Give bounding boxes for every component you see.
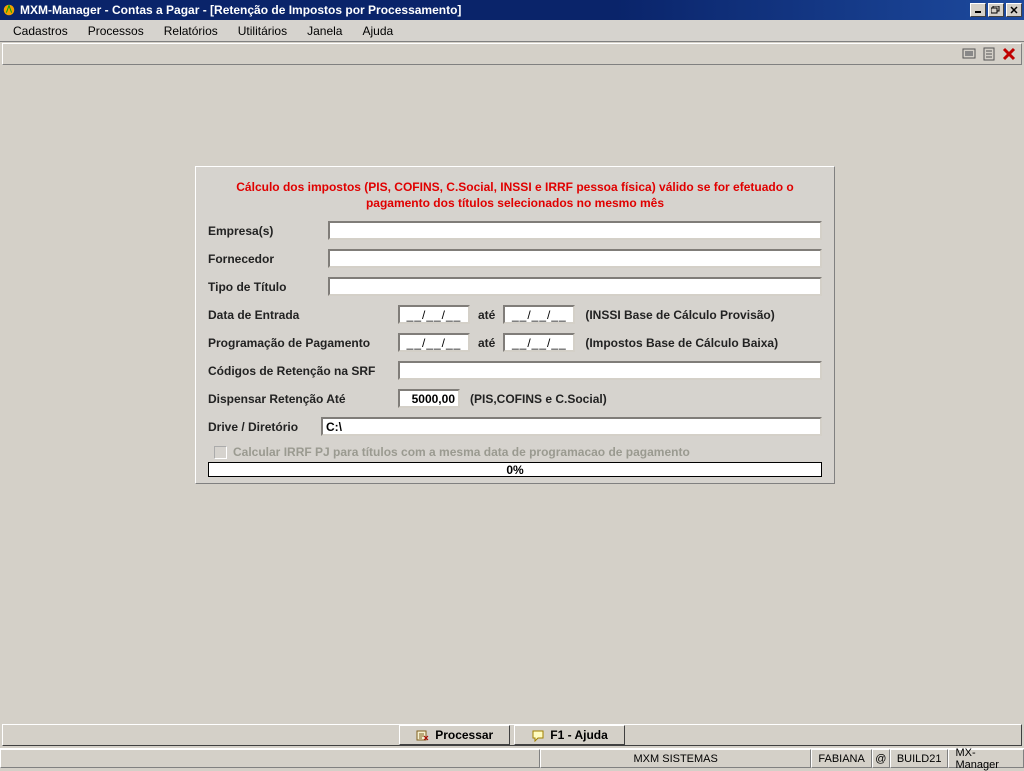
disp-ret-input[interactable] <box>398 389 460 408</box>
hint-data-entrada: (INSSI Base de Cálculo Provisão) <box>585 308 774 322</box>
button-bar: Processar F1 - Ajuda <box>2 724 1022 746</box>
window-titlebar: MXM-Manager - Contas a Pagar - [Retenção… <box>0 0 1024 20</box>
hint-disp-ret: (PIS,COFINS e C.Social) <box>470 392 607 406</box>
ate-label-2: até <box>478 336 495 350</box>
minimize-button[interactable] <box>970 3 986 17</box>
label-data-entrada: Data de Entrada <box>208 308 398 322</box>
status-sistema: MXM SISTEMAS <box>540 749 811 768</box>
hint-prog-pag: (Impostos Base de Cálculo Baixa) <box>585 336 778 350</box>
menubar: Cadastros Processos Relatórios Utilitári… <box>0 20 1024 42</box>
menu-ajuda[interactable]: Ajuda <box>352 21 403 41</box>
help-icon <box>531 729 545 742</box>
ate-label-1: até <box>478 308 495 322</box>
data-entrada-de-input[interactable] <box>398 305 470 324</box>
workspace: Cálculo dos impostos (PIS, COFINS, C.Soc… <box>0 66 1024 724</box>
status-empty <box>0 749 540 768</box>
calc-irrf-label: Calcular IRRF PJ para títulos com a mesm… <box>233 445 690 459</box>
warning-line1: Cálculo dos impostos (PIS, COFINS, C.Soc… <box>236 180 793 194</box>
status-build: BUILD21 <box>890 749 949 768</box>
status-app: MX-Manager <box>948 749 1024 768</box>
tool-icon-1[interactable] <box>961 46 977 62</box>
toolbar <box>2 43 1022 65</box>
progress-bar: 0% <box>208 462 822 477</box>
form-panel: Cálculo dos impostos (PIS, COFINS, C.Soc… <box>195 166 835 484</box>
label-cod-ret: Códigos de Retenção na SRF <box>208 364 398 378</box>
status-at: @ <box>872 749 890 768</box>
tipo-input[interactable] <box>328 277 822 296</box>
menu-cadastros[interactable]: Cadastros <box>3 21 78 41</box>
empresa-input[interactable] <box>328 221 822 240</box>
window-title: MXM-Manager - Contas a Pagar - [Retenção… <box>20 3 970 17</box>
tool-icon-2[interactable] <box>981 46 997 62</box>
ajuda-button[interactable]: F1 - Ajuda <box>514 725 625 745</box>
gear-icon <box>416 729 430 742</box>
menu-janela[interactable]: Janela <box>297 21 352 41</box>
label-disp-ret: Dispensar Retenção Até <box>208 392 398 406</box>
data-entrada-ate-input[interactable] <box>503 305 575 324</box>
prog-pag-de-input[interactable] <box>398 333 470 352</box>
progress-value: 0% <box>506 463 523 477</box>
cod-ret-input[interactable] <box>398 361 822 380</box>
close-icon[interactable] <box>1001 46 1017 62</box>
label-drive: Drive / Diretório <box>208 420 321 434</box>
restore-button[interactable] <box>988 3 1004 17</box>
menu-relatorios[interactable]: Relatórios <box>154 21 228 41</box>
menu-utilitarios[interactable]: Utilitários <box>228 21 297 41</box>
label-tipo: Tipo de Título <box>208 280 328 294</box>
label-fornecedor: Fornecedor <box>208 252 328 266</box>
label-empresa: Empresa(s) <box>208 224 328 238</box>
app-icon <box>2 3 16 17</box>
processar-button[interactable]: Processar <box>399 725 510 745</box>
ajuda-label: F1 - Ajuda <box>550 728 608 742</box>
prog-pag-ate-input[interactable] <box>503 333 575 352</box>
drive-input[interactable] <box>321 417 822 436</box>
processar-label: Processar <box>435 728 493 742</box>
statusbar: MXM SISTEMAS FABIANA @ BUILD21 MX-Manage… <box>0 748 1024 768</box>
status-user: FABIANA <box>811 749 871 768</box>
menu-processos[interactable]: Processos <box>78 21 154 41</box>
warning-line2: pagamento dos títulos selecionados no me… <box>366 196 664 210</box>
close-button[interactable] <box>1006 3 1022 17</box>
warning-text: Cálculo dos impostos (PIS, COFINS, C.Soc… <box>208 179 822 211</box>
calc-irrf-checkbox[interactable] <box>214 446 227 459</box>
label-prog-pag: Programação de Pagamento <box>208 336 398 350</box>
fornecedor-input[interactable] <box>328 249 822 268</box>
